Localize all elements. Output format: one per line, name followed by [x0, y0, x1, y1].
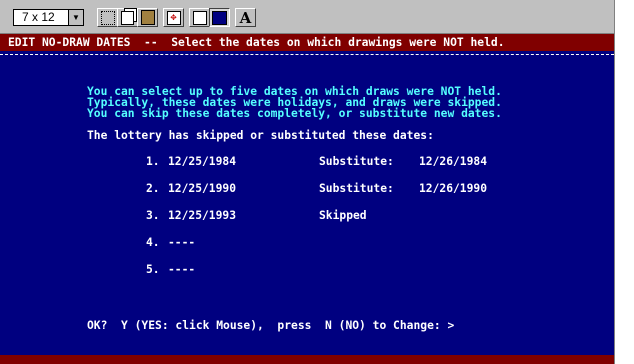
- entry-number: 5.: [146, 263, 160, 276]
- mark-button[interactable]: [97, 8, 118, 27]
- entry-status: Skipped: [319, 209, 367, 222]
- dos-window: 7 x 12 ▼ ✥ A EDIT NO-DRAW DATES -- Selec…: [0, 0, 634, 364]
- toolbar: 7 x 12 ▼ ✥ A: [0, 0, 614, 34]
- entry-date: 12/25/1993: [168, 209, 237, 222]
- chevron-down-icon[interactable]: ▼: [68, 10, 83, 25]
- paste-button[interactable]: [137, 8, 158, 27]
- list-heading: The lottery has skipped or substituted t…: [87, 129, 434, 142]
- paste-icon: [140, 10, 155, 25]
- copy-button[interactable]: [117, 8, 138, 27]
- entry-status: Substitute:: [319, 182, 394, 195]
- font-size-value: 7 x 12: [22, 10, 55, 24]
- font-size-select[interactable]: 7 x 12 ▼: [13, 9, 84, 26]
- screen-title: EDIT NO-DRAW DATES -- Select the dates o…: [0, 34, 614, 51]
- entry-date: 12/25/1990: [168, 182, 237, 195]
- entry-number: 1.: [146, 155, 160, 168]
- entry-date: ----: [168, 236, 196, 249]
- properties-icon: [192, 10, 207, 25]
- confirm-prompt[interactable]: OK? Y (YES: click Mouse), press N (NO) t…: [87, 319, 454, 332]
- status-bar: [0, 355, 614, 364]
- background-icon: [212, 10, 227, 25]
- separator-line: [0, 54, 614, 55]
- terminal-screen[interactable]: EDIT NO-DRAW DATES -- Select the dates o…: [0, 34, 614, 364]
- entry-date: 12/25/1984: [168, 155, 237, 168]
- window-border: [614, 0, 634, 364]
- entry-status: Substitute:: [319, 155, 394, 168]
- entry-number: 3.: [146, 209, 160, 222]
- entry-number: 4.: [146, 236, 160, 249]
- entry-date: ----: [168, 263, 196, 276]
- font-button[interactable]: A: [235, 8, 256, 27]
- intro-line: You can skip these dates completely, or …: [87, 107, 502, 120]
- full-screen-button[interactable]: ✥: [163, 8, 184, 27]
- entry-substitute-date: 12/26/1990: [419, 182, 488, 195]
- entry-number: 2.: [146, 182, 160, 195]
- font-icon: A: [239, 8, 252, 27]
- mark-icon: [100, 10, 115, 25]
- properties-button[interactable]: [189, 8, 210, 27]
- full-screen-icon: ✥: [166, 10, 181, 25]
- background-button[interactable]: [209, 8, 230, 27]
- entry-substitute-date: 12/26/1984: [419, 155, 488, 168]
- copy-icon: [121, 10, 134, 25]
